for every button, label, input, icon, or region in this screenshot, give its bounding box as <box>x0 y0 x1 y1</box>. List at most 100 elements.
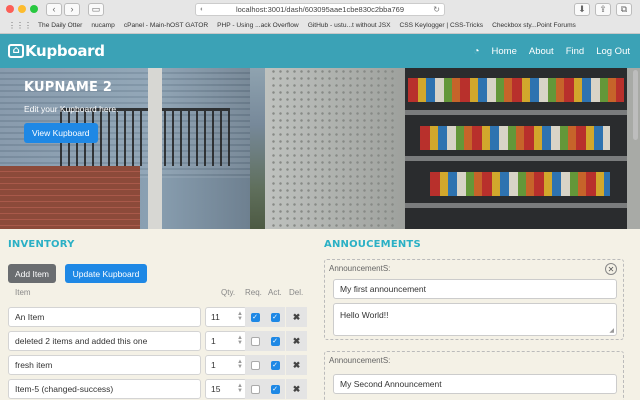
stepper-arrows-icon[interactable]: ▲ ▼ <box>237 311 243 322</box>
forward-icon[interactable]: › <box>64 2 80 16</box>
hero-image-shelf <box>405 203 627 208</box>
close-icon[interactable]: ✕ <box>605 263 617 275</box>
act-cell: ✓ <box>265 355 285 375</box>
main-content: INVENTORY Add Item Update Kupboard Item … <box>0 229 640 400</box>
req-checkbox[interactable] <box>250 360 260 370</box>
hero-image-goods <box>420 126 610 150</box>
quantity-stepper[interactable]: 1 ▲ ▼ <box>205 331 247 351</box>
announcement-card: AnnouncementS: ✕ My first announcement H… <box>324 259 624 340</box>
column-header-act: Act. <box>268 288 282 297</box>
act-checkbox[interactable]: ✓ <box>270 312 280 322</box>
quantity-value: 15 <box>211 384 221 394</box>
update-kupboard-button[interactable]: Update Kupboard <box>65 264 147 283</box>
app-navbar: ⌂ Kupboard ◔ Home About Find Log Out <box>0 34 640 68</box>
shield-icon: ◐ <box>200 6 205 13</box>
act-cell: ✓ <box>265 379 285 399</box>
quantity-value: 1 <box>211 336 216 346</box>
minimize-window-icon[interactable] <box>18 5 26 13</box>
zoom-window-icon[interactable] <box>30 5 38 13</box>
nav-link-home[interactable]: Home <box>492 46 517 57</box>
item-name-input[interactable]: deleted 2 items and added this one <box>8 331 201 351</box>
bookmark-item[interactable]: CSS Keylogger | CSS-Tricks <box>400 22 484 29</box>
quantity-value: 11 <box>211 312 220 322</box>
inventory-heading: INVENTORY <box>8 239 75 250</box>
bookmark-item[interactable]: Checkbox sty...Point Forums <box>492 22 576 29</box>
announcement-label: AnnouncementS: <box>329 356 391 365</box>
delete-icon[interactable]: ✖ <box>286 331 307 351</box>
bookmark-item[interactable]: nucamp <box>91 22 114 29</box>
announcement-body-text: Hello World!! <box>340 310 389 320</box>
req-cell <box>245 355 265 375</box>
delete-icon[interactable]: ✖ <box>286 379 307 399</box>
add-item-button[interactable]: Add Item <box>8 264 56 283</box>
table-row: deleted 2 items and added this one 1 ▲ ▼ ✓… <box>8 331 307 351</box>
reload-icon[interactable]: ↻ <box>433 5 440 14</box>
close-window-icon[interactable] <box>6 5 14 13</box>
tabs-icon[interactable]: ⧉ <box>616 3 632 16</box>
table-row: fresh item 1 ▲ ▼ ✓ ✖ <box>8 355 307 375</box>
window-controls <box>6 5 38 13</box>
hero-image-shelf <box>405 110 627 115</box>
item-name-input[interactable]: fresh item <box>8 355 201 375</box>
page-scrollbar[interactable] <box>633 70 638 140</box>
column-header-del: Del. <box>289 288 304 297</box>
stepper-arrows-icon[interactable]: ▲ ▼ <box>237 335 243 346</box>
quantity-value: 1 <box>211 360 216 370</box>
bookmark-item[interactable]: PHP - Using ...ack Overflow <box>217 22 299 29</box>
announcement-body-textarea[interactable]: Hello World!! ◢ <box>333 303 617 336</box>
logo[interactable]: ⌂ Kupboard <box>8 42 105 60</box>
hero-image-shelf <box>405 156 627 161</box>
req-checkbox[interactable] <box>250 336 260 346</box>
grid-icon[interactable]: ⋮⋮⋮ <box>8 21 32 30</box>
quantity-stepper[interactable]: 15 ▲ ▼ <box>205 379 247 399</box>
resize-handle-icon[interactable]: ◢ <box>609 327 614 334</box>
act-checkbox[interactable]: ✓ <box>270 336 280 346</box>
act-checkbox[interactable]: ✓ <box>270 384 280 394</box>
delete-icon[interactable]: ✖ <box>286 307 307 327</box>
act-checkbox[interactable]: ✓ <box>270 360 280 370</box>
sidebar-icon[interactable]: ▭ <box>88 2 104 16</box>
view-kupboard-button[interactable]: View Kupboard <box>24 123 98 143</box>
table-row: Item-5 (changed-success) 15 ▲ ▼ ✓ ✖ <box>8 379 307 399</box>
req-cell <box>245 331 265 351</box>
announcement-title-input[interactable]: My Second Announcement <box>333 374 617 394</box>
quantity-stepper[interactable]: 11 ▲ ▼ <box>205 307 247 327</box>
column-header-req: Req. <box>245 288 262 297</box>
announcement-label: AnnouncementS: <box>329 264 391 273</box>
bookmark-item[interactable]: The Daily Otter <box>38 22 82 29</box>
hero-image-brick <box>0 166 140 229</box>
req-cell: ✓ <box>245 307 265 327</box>
req-checkbox[interactable]: ✓ <box>250 312 260 322</box>
address-bar[interactable]: ◐ localhost:3001/dash/603095aae1cbe830c2… <box>195 3 445 16</box>
column-header-qty: Qty. <box>221 288 236 297</box>
table-row: An Item 11 ▲ ▼ ✓ ✓ ✖ <box>8 307 307 327</box>
delete-icon[interactable]: ✖ <box>286 355 307 375</box>
download-icon[interactable]: ⬇ <box>574 3 590 16</box>
url-text: localhost:3001/dash/603095aae1cbe830c2bb… <box>235 5 405 14</box>
nav-link-find[interactable]: Find <box>566 46 584 57</box>
item-name-input[interactable]: Item-5 (changed-success) <box>8 379 201 399</box>
share-icon[interactable]: ⇪ <box>595 3 611 16</box>
announcement-title-input[interactable]: My first announcement <box>333 279 617 299</box>
bookmark-item[interactable]: cPanel - Main-hOST GATOR <box>124 22 208 29</box>
bookmarks-bar: ⋮⋮⋮ The Daily Otter nucamp cPanel - Main… <box>0 18 640 33</box>
nav-link-about[interactable]: About <box>529 46 554 57</box>
kupboard-logo-icon: ⌂ <box>8 44 24 58</box>
hero-banner: KUPNAME 2 Edit your Kupboard here. View … <box>0 68 640 229</box>
req-cell <box>245 379 265 399</box>
item-name-input[interactable]: An Item <box>8 307 201 327</box>
announcement-card: AnnouncementS: My Second Announcement <box>324 351 624 400</box>
req-checkbox[interactable] <box>250 384 260 394</box>
announcements-heading: ANNOUCEMENTS <box>324 239 421 250</box>
stepper-arrows-icon[interactable]: ▲ ▼ <box>237 359 243 370</box>
dashboard-icon[interactable]: ◔ <box>473 46 479 57</box>
back-icon[interactable]: ‹ <box>46 2 62 16</box>
hero-image-goods <box>430 172 610 196</box>
quantity-stepper[interactable]: 1 ▲ ▼ <box>205 355 247 375</box>
stepper-arrows-icon[interactable]: ▲ ▼ <box>237 383 243 394</box>
hero-image-door-texture <box>270 68 395 229</box>
act-cell: ✓ <box>265 307 285 327</box>
bookmark-item[interactable]: GitHub - ustu...t without JSX <box>308 22 391 29</box>
nav-link-logout[interactable]: Log Out <box>596 46 630 57</box>
page-title: KUPNAME 2 <box>24 80 113 95</box>
